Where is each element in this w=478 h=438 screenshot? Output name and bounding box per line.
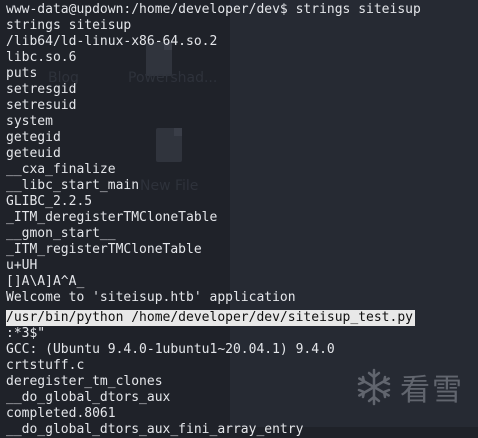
terminal-line: GCC: (Ubuntu 9.4.0-1ubuntu1~20.04.1) 9.4…	[6, 342, 335, 357]
terminal-line: __gmon_start__	[6, 226, 116, 241]
terminal-line: :*3$"	[6, 326, 46, 341]
terminal-line: system	[6, 114, 53, 129]
terminal-line-selected[interactable]: /usr/bin/python /home/developer/dev/site…	[6, 310, 415, 326]
terminal-line: u+UH	[6, 258, 38, 273]
terminal-line: getegid	[6, 130, 61, 145]
terminal-line: []A\A]A^A_	[6, 274, 85, 289]
terminal-line: __do_global_dtors_aux_fini_array_entry	[6, 422, 304, 437]
terminal-prompt: www-data@updown:/home/developer/dev$ str…	[6, 2, 421, 17]
watermark-text: 看雪	[400, 373, 464, 408]
snowflake-icon	[357, 368, 391, 406]
terminal-line: Welcome to 'siteisup.htb' application	[6, 290, 296, 305]
terminal-line: puts	[6, 66, 38, 81]
terminal-line: /lib64/ld-linux-x86-64.so.2	[6, 34, 218, 49]
terminal-line: setresuid	[6, 98, 77, 113]
terminal-line: GLIBC_2.2.5	[6, 194, 93, 209]
terminal-line: _ITM_registerTMCloneTable	[6, 242, 202, 257]
terminal-line: geteuid	[6, 146, 61, 161]
terminal-line: libc.so.6	[6, 50, 77, 65]
terminal-line: _ITM_deregisterTMCloneTable	[6, 210, 218, 225]
terminal-window[interactable]: www-data@updown:/home/developer/dev$ str…	[0, 0, 478, 437]
watermark: 看雪	[354, 365, 464, 409]
terminal-line: strings siteisup	[6, 18, 132, 33]
terminal-line: __cxa_finalize	[6, 162, 116, 177]
terminal-line: __libc_start_main	[6, 178, 140, 193]
terminal-line: setresgid	[6, 82, 77, 97]
